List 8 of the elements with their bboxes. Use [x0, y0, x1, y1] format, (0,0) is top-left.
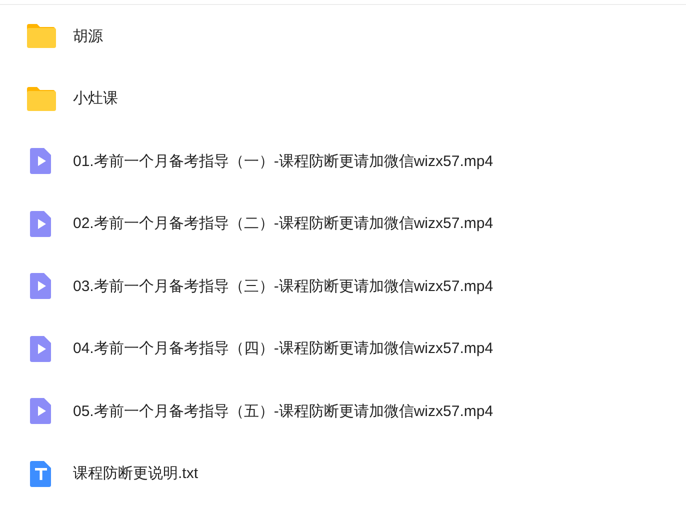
file-name[interactable]: 01.考前一个月备考指导（一）-课程防断更请加微信wizx57.mp4	[73, 152, 494, 171]
file-name[interactable]: 05.考前一个月备考指导（五）-课程防断更请加微信wizx57.mp4	[73, 402, 494, 421]
file-name[interactable]: 小灶课	[73, 89, 118, 108]
file-name[interactable]: 04.考前一个月备考指导（四）-课程防断更请加微信wizx57.mp4	[73, 339, 494, 358]
file-name[interactable]: 03.考前一个月备考指导（三）-课程防断更请加微信wizx57.mp4	[73, 276, 494, 296]
file-name[interactable]: 课程防断更说明.txt	[73, 464, 198, 484]
file-name[interactable]: 胡源	[73, 26, 103, 46]
file-name[interactable]: 02.考前一个月备考指导（二）-课程防断更请加微信wizx57.mp4	[73, 214, 494, 234]
